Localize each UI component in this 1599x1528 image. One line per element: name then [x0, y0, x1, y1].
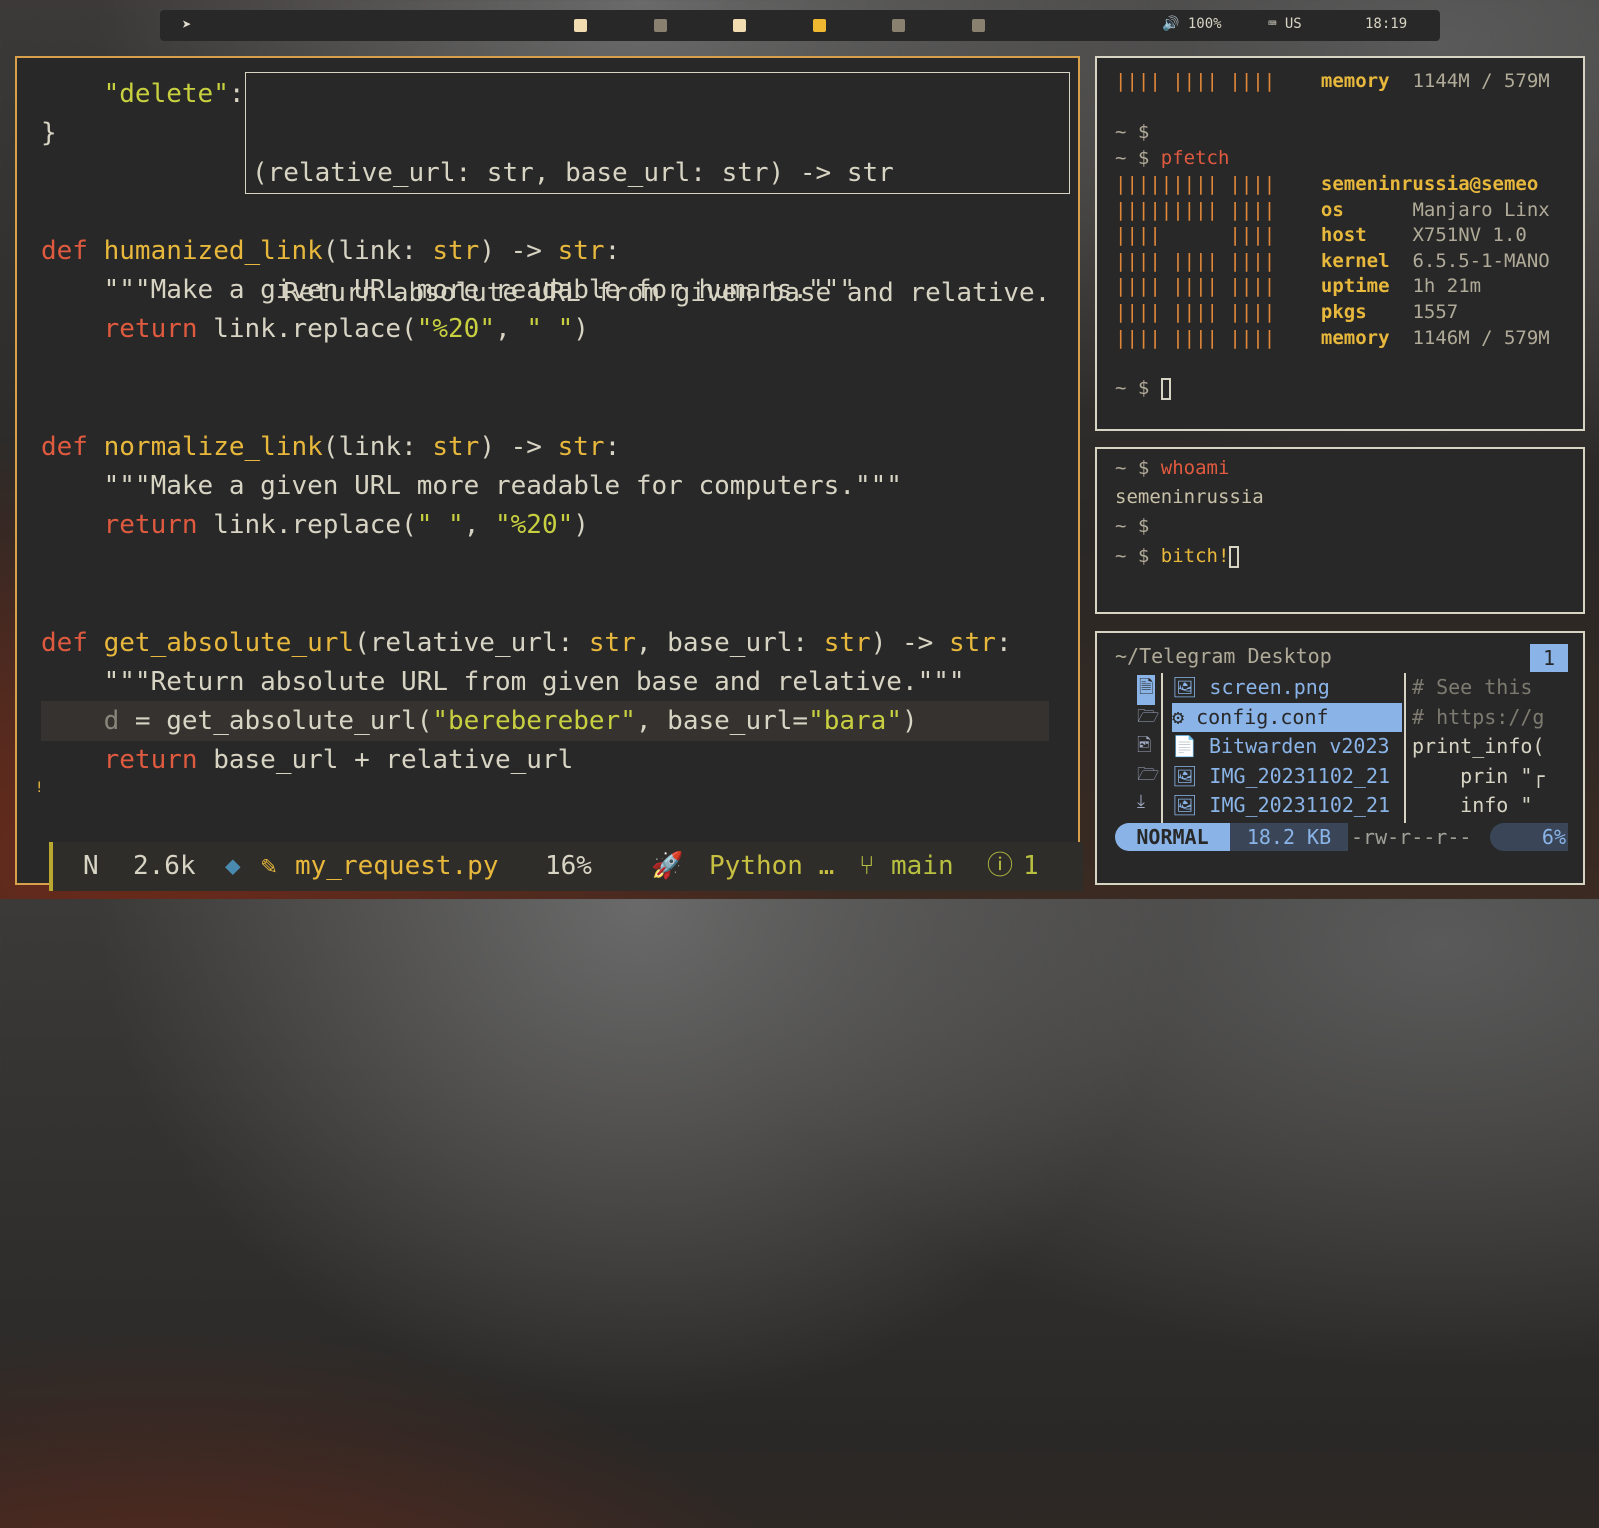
editor-statusline: N 2.6k ◆ ✎ my_request.py 16% 🚀 Python … …: [49, 842, 1083, 891]
file-type: Python …: [709, 851, 835, 881]
terminal-line: |||| |||| |||| memory 1144M / 579M: [1115, 70, 1550, 92]
fm-scroll-percent: 6%: [1490, 823, 1568, 851]
text-cursor: [1229, 545, 1240, 568]
divider: [1404, 673, 1406, 823]
warning-sign-icon: !: [35, 780, 44, 796]
terminal-line: ~ $: [1115, 375, 1171, 401]
file-icon: 🗎: [1137, 675, 1156, 705]
terminal-line: ~ $ whoami: [1115, 457, 1230, 479]
preview-line: print_info(: [1412, 734, 1545, 758]
terminal-pfetch[interactable]: |||| |||| |||| memory 1144M / 579M ~ $ ~ …: [1095, 56, 1585, 431]
terminal-line: ~ $: [1115, 121, 1150, 143]
workspace-1[interactable]: [574, 19, 587, 32]
code-line[interactable]: [41, 544, 1049, 583]
code-line[interactable]: [41, 348, 1049, 387]
git-branch-icon: ⑂: [859, 851, 875, 881]
preview-line: info ": [1412, 793, 1533, 817]
file-item[interactable]: 🖼 IMG_20231102_21: [1172, 762, 1402, 791]
fm-mode-indicator: NORMAL: [1115, 823, 1230, 851]
preview-line: # https://g: [1412, 704, 1545, 729]
workspace-2[interactable]: [653, 19, 667, 32]
terminal-line: |||| |||| |||| uptime 1h 21m: [1115, 275, 1482, 297]
folder-icon: 🗁: [1137, 764, 1160, 785]
terminal-line: |||| |||| |||| kernel 6.5.5-1-MANO: [1115, 250, 1550, 272]
volume-indicator[interactable]: 🔊 100%: [1162, 16, 1222, 32]
diagnostic-count: 1: [1023, 851, 1039, 881]
workspace-4[interactable]: [812, 19, 826, 32]
preview-line: prin "┌: [1412, 763, 1545, 788]
code-line[interactable]: def get_absolute_url(relative_url: str, …: [41, 623, 1049, 662]
terminal-whoami[interactable]: ~ $ whoami semeninrussia ~ $ ~ $ bitch!: [1095, 447, 1585, 614]
workspace-3[interactable]: [733, 19, 746, 32]
terminal-line: ~ $ bitch!: [1115, 543, 1240, 569]
terminal-line: |||| |||| |||| memory 1146M / 579M: [1115, 327, 1550, 349]
tab-indicator[interactable]: 1: [1530, 644, 1568, 672]
workspace-6[interactable]: [971, 19, 985, 32]
code-line[interactable]: """Make a given URL more readable for co…: [41, 466, 1049, 505]
preview-line: # See this: [1412, 675, 1533, 699]
file-item[interactable]: 🖼 IMG_20231102_21: [1172, 791, 1402, 820]
terminal-line: ||||||||| |||| semeninrussia@semeo: [1115, 173, 1539, 195]
terminal-line: ~ $: [1115, 515, 1150, 537]
current-path: ~/Telegram Desktop: [1115, 644, 1332, 668]
git-branch: main: [891, 851, 954, 881]
mode-indicator: N: [83, 851, 99, 881]
divider: [1161, 673, 1163, 823]
text-cursor: [1160, 377, 1171, 400]
download-icon: ⤓: [1137, 791, 1145, 812]
file-size: 2.6k: [133, 851, 196, 881]
parent-directory-column[interactable]: 🗎 🗁 🖻 🗁 ⤓: [1127, 673, 1163, 823]
fm-permissions: -rw-r--r--: [1351, 825, 1472, 849]
terminal-line: ||||||||| |||| os Manjaro Linx: [1115, 199, 1550, 221]
file-name: my_request.py: [295, 851, 499, 881]
fm-file-size: 18.2 KB: [1230, 823, 1348, 851]
diagnostic-icon: ⓘ: [987, 851, 1014, 881]
image-icon: 🖻: [1137, 735, 1152, 756]
clock: 18:19: [1365, 16, 1408, 32]
top-bar: ➤ 🔊 100% ⌨ US 18:19: [160, 10, 1440, 41]
popup-signature: (relative_url: str, base_url: str) -> st…: [252, 158, 894, 188]
folder-icon: 🗁: [1137, 706, 1160, 727]
code-line[interactable]: return link.replace(" ", "%20"): [41, 505, 1049, 544]
terminal-line: ~ $ pfetch: [1115, 147, 1230, 169]
terminal-line: |||| |||| host X751NV 1.0: [1115, 224, 1527, 246]
code-line[interactable]: d = get_absolute_url("berebereber", base…: [41, 701, 1049, 741]
code-line[interactable]: def normalize_link(link: str) -> str:: [41, 427, 1049, 466]
file-item[interactable]: ⚙ config.conf: [1172, 702, 1402, 732]
code-line[interactable]: return base_url + relative_url: [41, 740, 1049, 779]
python-icon: ◆: [225, 851, 241, 881]
popup-doc: Return absolute URL from given base and …: [252, 278, 1051, 308]
code-line[interactable]: """Return absolute URL from given base a…: [41, 662, 1049, 701]
paper-plane-icon[interactable]: ➤: [182, 15, 192, 34]
file-item[interactable]: 🖼 screen.png: [1172, 673, 1402, 702]
terminal-line: semeninrussia: [1115, 486, 1264, 508]
modified-file-icon: ✎: [261, 851, 277, 881]
terminal-line: |||| |||| |||| pkgs 1557: [1115, 301, 1459, 323]
signature-help-popup: (relative_url: str, base_url: str) -> st…: [245, 72, 1070, 308]
file-item[interactable]: 📄 Bitwarden v2023: [1172, 732, 1402, 761]
code-line[interactable]: [41, 583, 1049, 622]
code-line[interactable]: [41, 388, 1049, 427]
file-manager[interactable]: ~/Telegram Desktop 1 🗎 🗁 🖻 🗁 ⤓ 🖼 screen.…: [1095, 631, 1585, 885]
scroll-percent: 16%: [545, 851, 592, 881]
rocket-icon: 🚀: [651, 851, 684, 881]
workspace-5[interactable]: [892, 19, 905, 32]
keyboard-layout[interactable]: ⌨ US: [1268, 16, 1302, 32]
